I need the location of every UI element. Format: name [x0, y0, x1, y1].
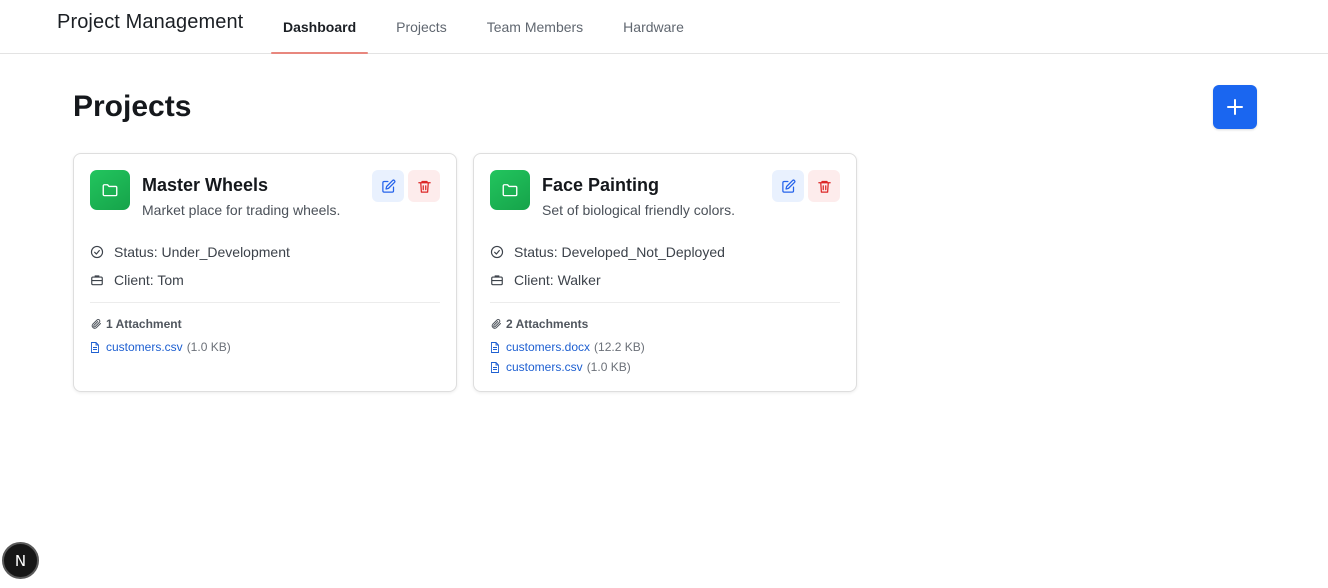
divider	[490, 302, 840, 303]
attachment-link[interactable]: customers.docx	[506, 340, 590, 354]
project-status: Status: Under_Development	[90, 238, 440, 266]
attachment-size: (12.2 KB)	[594, 340, 645, 354]
delete-project-button[interactable]	[808, 170, 840, 202]
dev-tools-badge[interactable]: N	[2, 542, 39, 579]
file-icon	[491, 341, 499, 353]
briefcase-icon	[91, 275, 103, 286]
delete-project-button[interactable]	[408, 170, 440, 202]
check-circle-icon	[490, 245, 504, 259]
edit-icon	[781, 179, 795, 193]
tab-hardware[interactable]: Hardware	[611, 0, 696, 53]
project-client: Client: Walker	[490, 266, 840, 294]
briefcase-icon	[491, 275, 503, 286]
trash-icon	[817, 180, 831, 193]
plus-icon	[1227, 99, 1243, 115]
paperclip-icon	[491, 319, 501, 329]
project-description: Market place for trading wheels.	[142, 202, 341, 218]
edit-project-button[interactable]	[772, 170, 804, 202]
client-text: Client: Tom	[114, 272, 184, 288]
attachment-item: customers.csv (1.0 KB)	[490, 357, 840, 377]
status-text: Status: Under_Development	[114, 244, 290, 260]
tab-dashboard[interactable]: Dashboard	[271, 0, 369, 54]
attachment-item: customers.csv (1.0 KB)	[90, 337, 440, 357]
project-client: Client: Tom	[90, 266, 440, 294]
project-title: Face Painting	[542, 175, 660, 195]
attachment-link[interactable]: customers.csv	[506, 360, 583, 374]
edit-project-button[interactable]	[372, 170, 404, 202]
add-project-button[interactable]	[1213, 85, 1257, 129]
client-text: Client: Walker	[514, 272, 601, 288]
folder-icon	[490, 170, 530, 210]
top-navbar: Project Management Dashboard Projects Te…	[0, 0, 1328, 54]
file-icon	[91, 341, 99, 353]
project-title: Master Wheels	[142, 175, 269, 195]
attachment-item: customers.docx (12.2 KB)	[490, 337, 840, 357]
divider	[90, 302, 440, 303]
project-status: Status: Developed_Not_Deployed	[490, 238, 840, 266]
tab-team-members[interactable]: Team Members	[475, 0, 595, 53]
app-brand[interactable]: Project Management	[57, 11, 243, 34]
edit-icon	[381, 179, 395, 193]
page-title: Projects	[73, 90, 192, 123]
nav-tabs: Dashboard Projects Team Members Hardware	[271, 0, 712, 54]
paperclip-icon	[91, 319, 101, 329]
project-card: Face Painting Set of biological friendly…	[473, 153, 857, 392]
attachment-link[interactable]: customers.csv	[106, 340, 183, 354]
folder-icon	[90, 170, 130, 210]
check-circle-icon	[90, 245, 104, 259]
status-text: Status: Developed_Not_Deployed	[514, 244, 725, 260]
attachment-size: (1.0 KB)	[586, 360, 631, 374]
file-icon	[491, 361, 499, 373]
trash-icon	[417, 180, 431, 193]
attachments-count: 2 Attachments	[506, 317, 589, 331]
project-card: Master Wheels Market place for trading w…	[73, 153, 457, 392]
attachments-count: 1 Attachment	[106, 317, 182, 331]
attachments-header: 2 Attachments	[490, 315, 840, 333]
attachment-size: (1.0 KB)	[186, 340, 231, 354]
attachments-header: 1 Attachment	[90, 315, 440, 333]
tab-projects[interactable]: Projects	[384, 0, 459, 53]
project-cards: Master Wheels Market place for trading w…	[73, 153, 873, 392]
project-description: Set of biological friendly colors.	[542, 202, 735, 218]
